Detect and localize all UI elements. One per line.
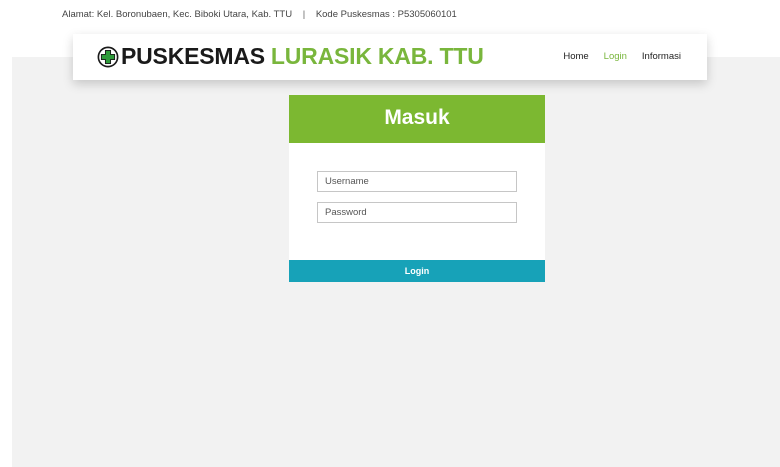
address-text: Alamat: Kel. Boronubaen, Kec. Biboki Uta… (62, 9, 293, 20)
puskesmas-code-text: Kode Puskesmas : P5305060101 (315, 9, 457, 20)
brand-title-primary: PUSKESMAS (121, 43, 265, 69)
login-button[interactable]: Login (289, 260, 545, 282)
nav-home-link[interactable]: Home (563, 51, 588, 62)
page: Alamat: Kel. Boronubaen, Kec. Biboki Uta… (0, 0, 780, 467)
nav-informasi-link[interactable]: Informasi (642, 51, 681, 62)
top-info-bar: Alamat: Kel. Boronubaen, Kec. Biboki Uta… (62, 9, 457, 20)
site-header: PUSKESMAS LURASIK KAB. TTU Home Login In… (73, 34, 707, 80)
login-card: Masuk Login (289, 95, 545, 282)
main-nav: Home Login Informasi (563, 51, 681, 62)
login-title: Masuk (289, 95, 545, 143)
nav-login-link[interactable]: Login (604, 51, 627, 62)
medical-cross-icon (97, 46, 119, 67)
username-input[interactable] (317, 171, 517, 192)
brand[interactable]: PUSKESMAS LURASIK KAB. TTU (97, 43, 484, 70)
password-input[interactable] (317, 202, 517, 223)
topbar-separator: | (302, 9, 306, 20)
brand-title-secondary: LURASIK KAB. TTU (270, 43, 484, 69)
